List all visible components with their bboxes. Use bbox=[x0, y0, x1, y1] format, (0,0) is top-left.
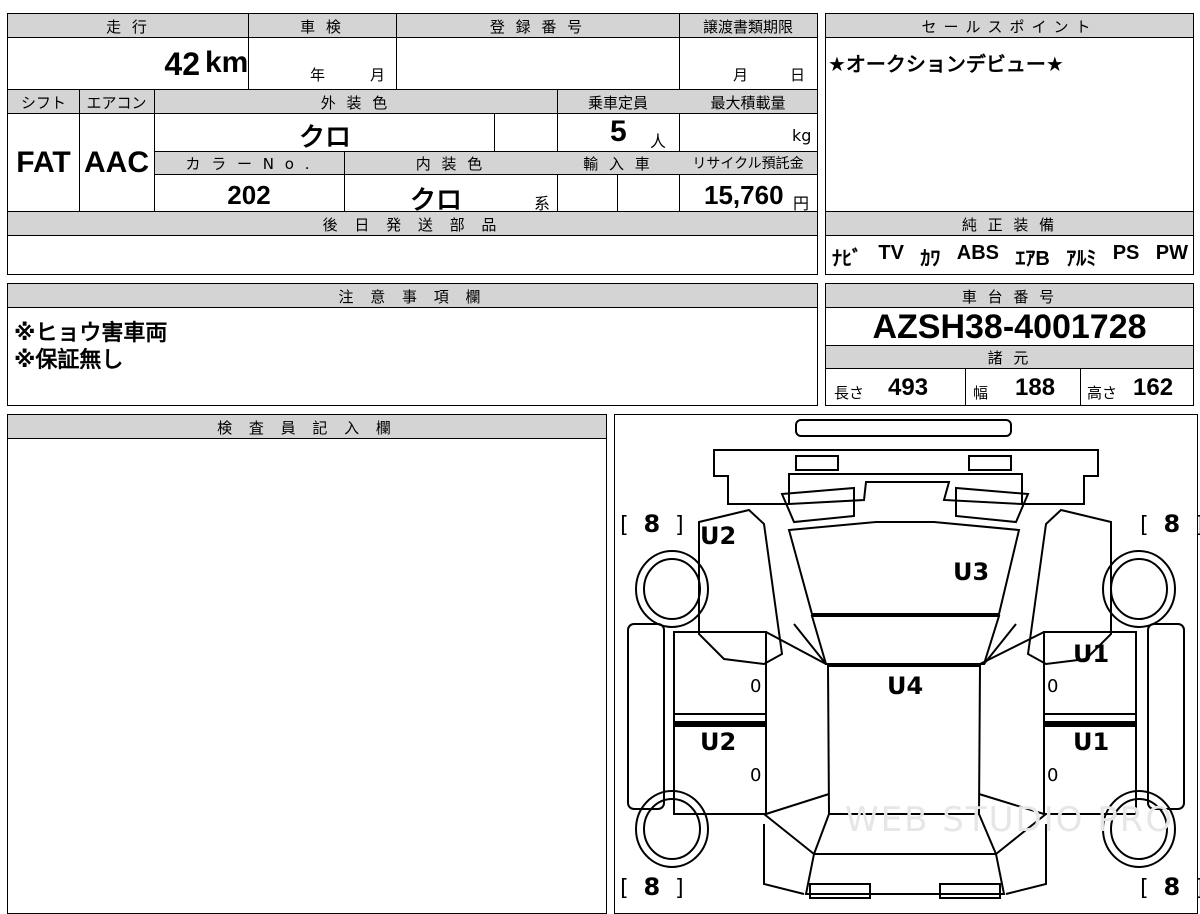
equipment-item: ABS bbox=[956, 242, 1000, 264]
capacity-value: 5 bbox=[610, 115, 627, 148]
tire-rear-right-bracket: [ 8 ] bbox=[1137, 873, 1200, 901]
equipment-item: PW bbox=[1155, 242, 1188, 264]
transfer-day: 日 bbox=[790, 66, 806, 84]
transfer-deadline-label: 譲渡書類期限 bbox=[702, 18, 793, 36]
mileage-label: 走 行 bbox=[106, 18, 150, 36]
notes-line-2: ※保証無し bbox=[14, 348, 124, 373]
damage-mark-front-left: U2 bbox=[700, 522, 737, 550]
registration-label: 登 録 番 号 bbox=[489, 18, 586, 36]
inspection-month: 月 bbox=[370, 66, 386, 84]
recycle-deposit-value: 15,760 bbox=[704, 180, 784, 210]
equipment-label: 純 正 装 備 bbox=[961, 216, 1058, 234]
shift-label: シフト bbox=[20, 94, 66, 112]
watermark: WEB STUDIO PRO bbox=[845, 800, 1175, 840]
tire-front-left-bracket: [ 8 ] bbox=[617, 510, 687, 538]
width-value: 188 bbox=[1015, 374, 1056, 401]
zero-right-front: 0 bbox=[1047, 676, 1059, 697]
equipment-item: TV bbox=[878, 242, 904, 264]
later-parts-label: 後 日 発 送 部 品 bbox=[322, 216, 503, 234]
equipment-item: ｱﾙﾐ bbox=[1066, 248, 1097, 270]
mileage-value: 42 bbox=[164, 46, 200, 82]
capacity-label: 乗車定員 bbox=[587, 94, 648, 112]
equipment-item: PS bbox=[1112, 242, 1140, 264]
color-no-label: カ ラ ー N o . bbox=[185, 155, 313, 173]
height-label: 高さ bbox=[1087, 384, 1118, 402]
equipment-item: ｶﾜ bbox=[920, 248, 941, 270]
equipment-list: ﾅﾋﾞ TV ｶﾜ ABS ｴｱB ｱﾙﾐ PS PW bbox=[832, 242, 1188, 272]
ac-label: エアコン bbox=[86, 94, 147, 112]
tire-rear-left-bracket: [ 8 ] bbox=[617, 873, 687, 901]
inspector-label: 検 査 員 記 入 欄 bbox=[217, 419, 397, 437]
transfer-month: 月 bbox=[733, 66, 749, 84]
interior-color-label: 内 装 色 bbox=[415, 155, 486, 173]
zero-right-rear: 0 bbox=[1047, 765, 1059, 786]
notes-label: 注 意 事 項 欄 bbox=[338, 288, 487, 306]
sales-point-text: ★オークションデビュー★ bbox=[828, 52, 1064, 76]
shift-value: FAT bbox=[16, 146, 71, 179]
exterior-color-label: 外 装 色 bbox=[320, 94, 391, 112]
zero-left-rear: 0 bbox=[750, 765, 762, 786]
max-load-unit: kg bbox=[792, 126, 812, 145]
spec-label: 諸 元 bbox=[987, 349, 1032, 367]
chassis-number: AZSH38-4001728 bbox=[872, 308, 1147, 346]
zero-left-front: 0 bbox=[750, 676, 762, 697]
damage-mark-roof: U4 bbox=[887, 672, 924, 700]
inspection-label: 車 検 bbox=[300, 18, 344, 36]
length-value: 493 bbox=[888, 374, 929, 401]
damage-mark-bonnet: U3 bbox=[953, 558, 990, 586]
recycle-deposit-label: リサイクル預託金 bbox=[692, 156, 804, 172]
ac-value: AAC bbox=[84, 146, 149, 179]
inspector-box bbox=[7, 414, 607, 914]
damage-mark-right-rear-door: U1 bbox=[1073, 728, 1110, 756]
import-label: 輸 入 車 bbox=[583, 155, 653, 173]
sales-point-label: セールスポイント bbox=[921, 18, 1098, 36]
mileage-unit: km bbox=[205, 46, 249, 79]
tire-front-right-bracket: [ 8 ] bbox=[1137, 510, 1200, 538]
chassis-label: 車 台 番 号 bbox=[961, 288, 1058, 306]
width-label: 幅 bbox=[973, 384, 989, 402]
exterior-color-value: クロ bbox=[298, 122, 351, 152]
equipment-item: ｴｱB bbox=[1015, 248, 1050, 270]
inspection-year: 年 bbox=[310, 66, 326, 84]
damage-mark-right-front-door: U1 bbox=[1073, 640, 1110, 668]
damage-mark-left-rear-door: U2 bbox=[700, 728, 737, 756]
capacity-unit: 人 bbox=[650, 132, 667, 151]
max-load-label: 最大積載量 bbox=[710, 94, 786, 112]
height-value: 162 bbox=[1133, 374, 1174, 401]
equipment-item: ﾅﾋﾞ bbox=[832, 248, 862, 270]
color-no-value: 202 bbox=[227, 180, 271, 210]
length-label: 長さ bbox=[834, 384, 865, 402]
